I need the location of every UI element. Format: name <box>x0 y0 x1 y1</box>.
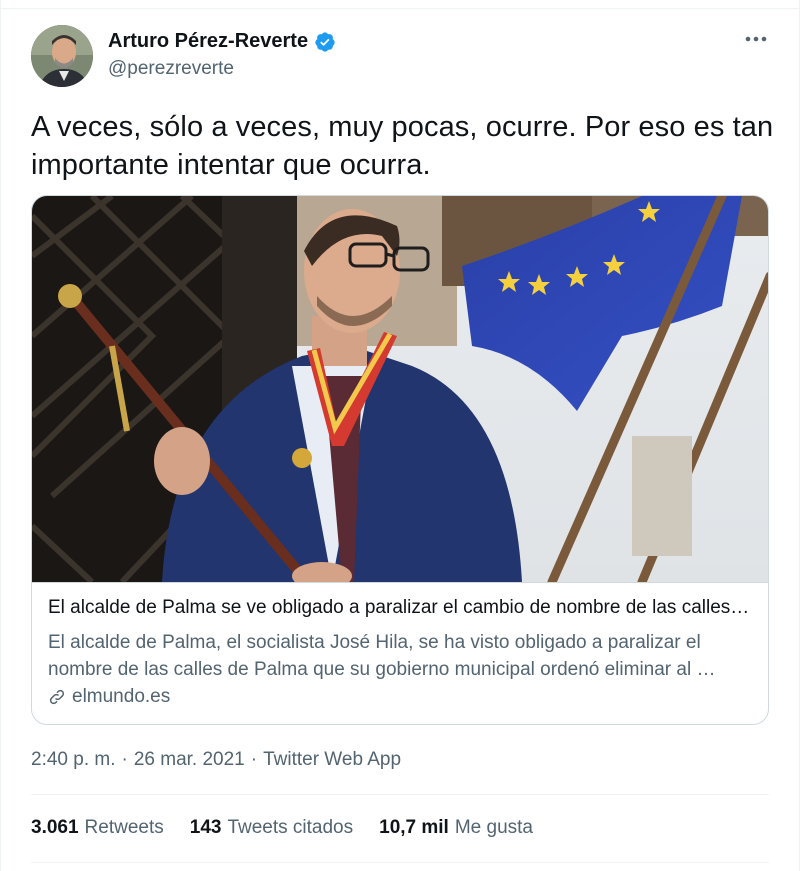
tweet-source-app[interactable]: Twitter Web App <box>263 749 401 771</box>
tweet-text: A veces, sólo a veces, muy pocas, ocurre… <box>31 111 774 181</box>
stats-divider-bottom <box>31 862 769 863</box>
card-title[interactable]: El alcalde de Palma se ve obligado a par… <box>48 597 754 619</box>
likes-label: Me gusta <box>454 817 533 838</box>
more-horizontal-icon <box>745 36 767 42</box>
tweet-time[interactable]: 2:40 p. m. <box>31 749 116 771</box>
card-domain-text[interactable]: elmundo.es <box>72 686 170 708</box>
quote-tweets-label: Tweets citados <box>227 817 354 838</box>
tweet-stats: 3.061 Retweets 143 Tweets citados 10,7 m… <box>31 817 533 839</box>
link-preview-card[interactable]: El alcalde de Palma se ve obligado a par… <box>31 195 769 725</box>
card-body[interactable]: El alcalde de Palma se ve obligado a par… <box>32 582 768 724</box>
link-icon <box>49 689 65 705</box>
retweets-label: Retweets <box>84 817 164 838</box>
avatar-image <box>31 25 93 87</box>
quote-tweets-count: 143 <box>189 817 222 838</box>
timestamp-separator: · <box>121 749 128 770</box>
timestamp-separator: · <box>250 749 258 770</box>
retweets-stat[interactable]: 3.061 Retweets <box>31 817 164 839</box>
card-description: El alcalde de Palma, el socialista José … <box>48 632 716 680</box>
verified-badge-icon <box>315 31 335 52</box>
tweet-timestamp: 2:40 p. m. · 26 mar. 2021 · Twitter Web … <box>31 749 401 771</box>
retweets-count: 3.061 <box>31 817 79 838</box>
tweet-container: Arturo Pérez-Reverte @perezreverte A vec… <box>0 0 800 871</box>
more-options-button[interactable] <box>743 26 769 52</box>
author-handle[interactable]: @perezreverte <box>108 58 234 80</box>
author-display-name[interactable]: Arturo Pérez-Reverte <box>108 30 308 53</box>
avatar[interactable] <box>31 25 93 87</box>
author-name-row[interactable]: Arturo Pérez-Reverte <box>108 30 336 53</box>
quote-tweets-stat[interactable]: 143 Tweets citados <box>190 817 353 839</box>
likes-stat[interactable]: 10,7 mil Me gusta <box>379 817 533 839</box>
likes-count: 10,7 mil <box>379 817 449 838</box>
card-image <box>32 196 768 582</box>
top-divider <box>1 0 799 9</box>
tweet-date[interactable]: 26 mar. 2021 <box>134 749 245 771</box>
stats-divider-top <box>31 794 769 795</box>
card-domain[interactable]: elmundo.es <box>48 686 170 708</box>
